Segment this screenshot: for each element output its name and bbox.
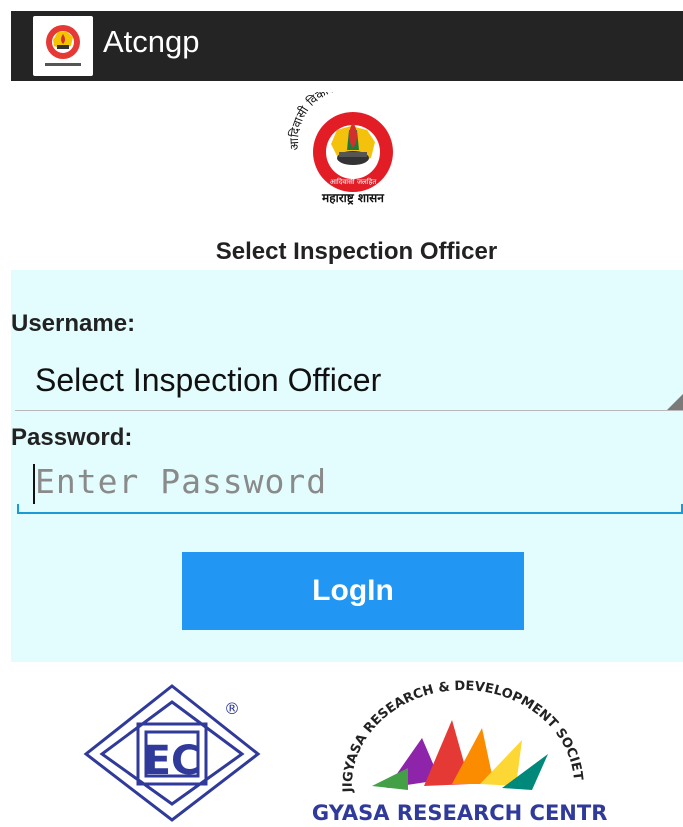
input-edge-tick — [17, 504, 19, 514]
login-form: Username: Select Inspection Officer Pass… — [11, 270, 683, 662]
dropdown-arrow-icon — [667, 394, 683, 410]
username-selected-value: Select Inspection Officer — [35, 362, 382, 398]
jigyasa-name: JIGYASA RESEARCH CENTRE — [312, 801, 607, 825]
username-dropdown[interactable]: Select Inspection Officer — [15, 350, 683, 411]
page-heading: Select Inspection Officer — [215, 238, 498, 265]
app-logo-icon[interactable] — [33, 16, 93, 76]
logo-footer-text: महाराष्ट्र शासन — [321, 191, 385, 205]
password-label: Password: — [11, 424, 133, 451]
logo-inner-text: आदिवासी जलहित — [330, 177, 378, 186]
department-logo: आदिवासी विकास विभाग आदिवासी जलहित महाराष… — [287, 92, 393, 205]
ec-logo-text: EC — [144, 738, 201, 784]
registered-mark: ® — [224, 699, 240, 718]
password-placeholder: Enter Password — [35, 462, 328, 501]
ec-logo: EC ® — [83, 684, 261, 822]
app-bar: Atcngp — [11, 11, 683, 81]
jigyasa-logo: JIGYASA RESEARCH & DEVELOPMENT SOCIETY'S… — [312, 680, 607, 825]
username-label: Username: — [11, 310, 136, 337]
password-input[interactable]: Enter Password — [17, 460, 683, 514]
app-title: Atcngp — [103, 24, 200, 59]
login-button[interactable]: LogIn — [182, 552, 524, 630]
